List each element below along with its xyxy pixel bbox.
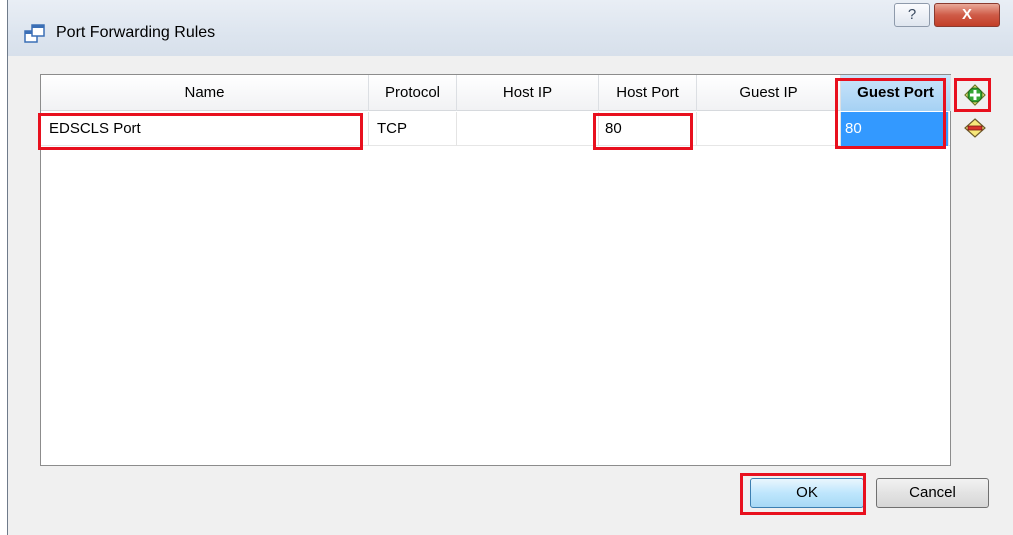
- network-window-icon: [24, 24, 45, 43]
- table-header: Name Protocol Host IP Host Port Guest IP…: [41, 75, 951, 111]
- cell-name[interactable]: EDSCLS Port: [41, 112, 369, 146]
- dialog-title: Port Forwarding Rules: [56, 24, 216, 41]
- cell-host-ip[interactable]: [457, 112, 599, 146]
- column-header-host-ip[interactable]: Host IP: [457, 75, 599, 111]
- cell-protocol[interactable]: TCP: [369, 112, 457, 146]
- table-row[interactable]: EDSCLS Port TCP 80 80: [41, 112, 950, 146]
- cell-host-port[interactable]: 80: [599, 112, 697, 146]
- add-rule-icon[interactable]: [963, 83, 987, 107]
- cell-guest-port[interactable]: 80: [841, 112, 949, 146]
- column-header-guest-ip[interactable]: Guest IP: [697, 75, 841, 111]
- cell-guest-ip[interactable]: [697, 112, 841, 146]
- column-header-name[interactable]: Name: [41, 75, 369, 111]
- column-header-guest-port[interactable]: Guest Port: [841, 75, 951, 111]
- title-bar[interactable]: Port Forwarding Rules ? X: [8, 0, 1013, 56]
- column-header-host-port[interactable]: Host Port: [599, 75, 697, 111]
- rules-table: Name Protocol Host IP Host Port Guest IP…: [40, 74, 951, 466]
- remove-rule-icon[interactable]: [963, 116, 987, 140]
- close-button[interactable]: X: [934, 3, 1000, 27]
- column-header-protocol[interactable]: Protocol: [369, 75, 457, 111]
- port-forwarding-dialog: Port Forwarding Rules ? X Name Protocol …: [7, 0, 1013, 535]
- ok-button[interactable]: OK: [750, 478, 864, 508]
- cancel-button[interactable]: Cancel: [876, 478, 989, 508]
- help-button[interactable]: ?: [894, 3, 930, 27]
